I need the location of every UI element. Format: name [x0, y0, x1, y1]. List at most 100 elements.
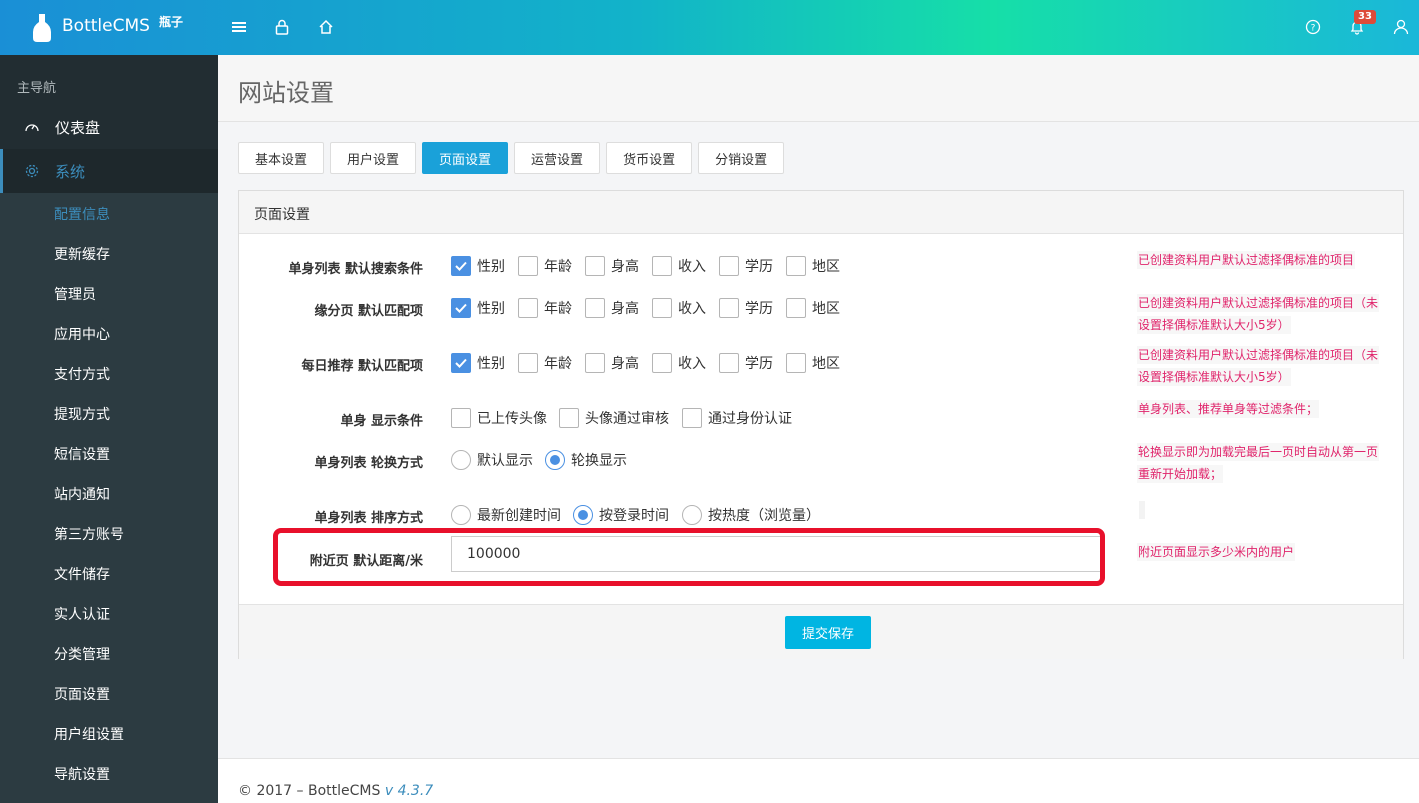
- row-label: 单身列表 排序方式: [314, 511, 423, 526]
- checkbox-box[interactable]: [719, 256, 739, 276]
- checkbox-label: 年龄: [544, 259, 572, 275]
- checkbox-box[interactable]: [518, 298, 538, 318]
- checkbox-box[interactable]: [451, 256, 471, 276]
- checkbox-box[interactable]: [652, 298, 672, 318]
- panel-header: 页面设置: [239, 191, 1403, 234]
- radio-rotate-display[interactable]: 轮换显示: [545, 450, 627, 470]
- sidebar-subitem-apps[interactable]: 应用中心: [54, 324, 110, 344]
- checkbox-region[interactable]: 地区: [786, 353, 840, 373]
- page-title: 网站设置: [238, 79, 334, 107]
- tab-user[interactable]: 用户设置: [330, 142, 417, 174]
- sidebar-subitem-navigation[interactable]: 导航设置: [54, 764, 110, 784]
- checkbox-box[interactable]: [559, 408, 579, 428]
- sidebar-subitem-payment[interactable]: 支付方式: [54, 364, 110, 384]
- sidebar-subitem-category[interactable]: 分类管理: [54, 644, 110, 664]
- checkbox-gender[interactable]: 性别: [451, 298, 505, 318]
- radio-login-time[interactable]: 按登录时间: [573, 505, 669, 525]
- radio-circle[interactable]: [451, 505, 471, 525]
- checkbox-region[interactable]: 地区: [786, 256, 840, 276]
- row-label: 单身列表 默认搜索条件: [288, 262, 423, 277]
- checkbox-income[interactable]: 收入: [652, 256, 706, 276]
- checkbox-label: 性别: [477, 259, 505, 275]
- hint-line: 已创建资料用户默认过滤择偶标准的项目: [1137, 251, 1356, 269]
- radio-circle[interactable]: [682, 505, 702, 525]
- checkbox-income[interactable]: 收入: [652, 298, 706, 318]
- checkbox-height[interactable]: 身高: [585, 256, 639, 276]
- checkbox-box[interactable]: [719, 353, 739, 373]
- help-icon[interactable]: ?: [1302, 16, 1324, 38]
- tab-operation[interactable]: 运营设置: [514, 142, 601, 174]
- checkbox-label: 头像通过审核: [585, 411, 669, 427]
- checkbox-box[interactable]: [518, 353, 538, 373]
- tab-distribution[interactable]: 分销设置: [698, 142, 785, 174]
- sidebar-subitem-usergroups[interactable]: 用户组设置: [54, 724, 124, 744]
- checkbox-box[interactable]: [786, 353, 806, 373]
- hint-line: 已创建资料用户默认过滤择偶标准的项目（未: [1137, 346, 1380, 364]
- sidebar-item-dashboard[interactable]: 仪表盘: [0, 105, 218, 149]
- sidebar-subitem-admin[interactable]: 管理员: [54, 284, 96, 304]
- notification-badge: 33: [1354, 10, 1376, 24]
- checkbox-age[interactable]: 年龄: [518, 298, 572, 318]
- submit-save-button[interactable]: 提交保存: [785, 616, 871, 649]
- sidebar-subitem-cache[interactable]: 更新缓存: [54, 244, 110, 264]
- sidebar-subitem-oauth[interactable]: 第三方账号: [54, 524, 124, 544]
- radio-default-display[interactable]: 默认显示: [451, 450, 533, 470]
- sidebar-subitem-pages[interactable]: 页面设置: [54, 684, 110, 704]
- lock-icon[interactable]: [271, 16, 293, 38]
- checkbox-region[interactable]: 地区: [786, 298, 840, 318]
- home-icon[interactable]: [315, 16, 337, 38]
- checkbox-height[interactable]: 身高: [585, 353, 639, 373]
- radio-latest-created[interactable]: 最新创建时间: [451, 505, 561, 525]
- checkbox-box[interactable]: [652, 353, 672, 373]
- checkbox-avatar-approved[interactable]: 头像通过审核: [559, 408, 669, 428]
- checkbox-age[interactable]: 年龄: [518, 256, 572, 276]
- radio-label: 按登录时间: [599, 508, 669, 524]
- panel-footer: 提交保存: [239, 604, 1403, 659]
- top-navbar: BottleCMS 瓶子 ? 33: [0, 0, 1419, 55]
- sidebar-subitem-withdraw[interactable]: 提现方式: [54, 404, 110, 424]
- checkbox-box[interactable]: [585, 298, 605, 318]
- tab-currency[interactable]: 货币设置: [606, 142, 693, 174]
- radio-label: 最新创建时间: [477, 508, 561, 524]
- checkbox-education[interactable]: 学历: [719, 353, 773, 373]
- sidebar-subitem-notices[interactable]: 站内通知: [54, 484, 110, 504]
- checkbox-box[interactable]: [585, 256, 605, 276]
- sidebar-subitem-identity[interactable]: 实人认证: [54, 604, 110, 624]
- bottle-logo-icon: [33, 14, 51, 42]
- logo[interactable]: BottleCMS 瓶子: [0, 0, 218, 55]
- tab-page[interactable]: 页面设置: [422, 142, 509, 174]
- radio-popularity[interactable]: 按热度（浏览量）: [682, 505, 820, 525]
- menu-toggle-icon[interactable]: [228, 16, 250, 38]
- checkbox-box[interactable]: [786, 256, 806, 276]
- checkbox-gender[interactable]: 性别: [451, 256, 505, 276]
- row-hint: 轮换显示即为加载完最后一页时自动从第一页 重新开始加载；: [1137, 441, 1407, 485]
- radio-circle[interactable]: [545, 450, 565, 470]
- sidebar-subitem-storage[interactable]: 文件储存: [54, 564, 110, 584]
- checkbox-box[interactable]: [451, 298, 471, 318]
- checkbox-box[interactable]: [451, 408, 471, 428]
- radio-circle[interactable]: [573, 505, 593, 525]
- checkbox-box[interactable]: [585, 353, 605, 373]
- checkbox-identity-verified[interactable]: 通过身份认证: [682, 408, 792, 428]
- radio-circle[interactable]: [451, 450, 471, 470]
- tab-basic[interactable]: 基本设置: [238, 142, 325, 174]
- checkbox-education[interactable]: 学历: [719, 256, 773, 276]
- checkbox-avatar-uploaded[interactable]: 已上传头像: [451, 408, 547, 428]
- checkbox-box[interactable]: [786, 298, 806, 318]
- sidebar-item-system[interactable]: 系统: [0, 149, 218, 193]
- checkbox-income[interactable]: 收入: [652, 353, 706, 373]
- sidebar-subitem-sms[interactable]: 短信设置: [54, 444, 110, 464]
- checkbox-box[interactable]: [518, 256, 538, 276]
- user-icon[interactable]: [1390, 16, 1412, 38]
- checkbox-box[interactable]: [451, 353, 471, 373]
- checkbox-height[interactable]: 身高: [585, 298, 639, 318]
- panel-title: 页面设置: [254, 207, 310, 223]
- checkbox-box[interactable]: [719, 298, 739, 318]
- checkbox-education[interactable]: 学历: [719, 298, 773, 318]
- checkbox-box[interactable]: [682, 408, 702, 428]
- row-hint: 已创建资料用户默认过滤择偶标准的项目（未 设置择偶标准默认大小5岁）: [1137, 292, 1407, 336]
- checkbox-box[interactable]: [652, 256, 672, 276]
- checkbox-gender[interactable]: 性别: [451, 353, 505, 373]
- checkbox-age[interactable]: 年龄: [518, 353, 572, 373]
- sidebar-subitem-config[interactable]: 配置信息: [54, 204, 110, 224]
